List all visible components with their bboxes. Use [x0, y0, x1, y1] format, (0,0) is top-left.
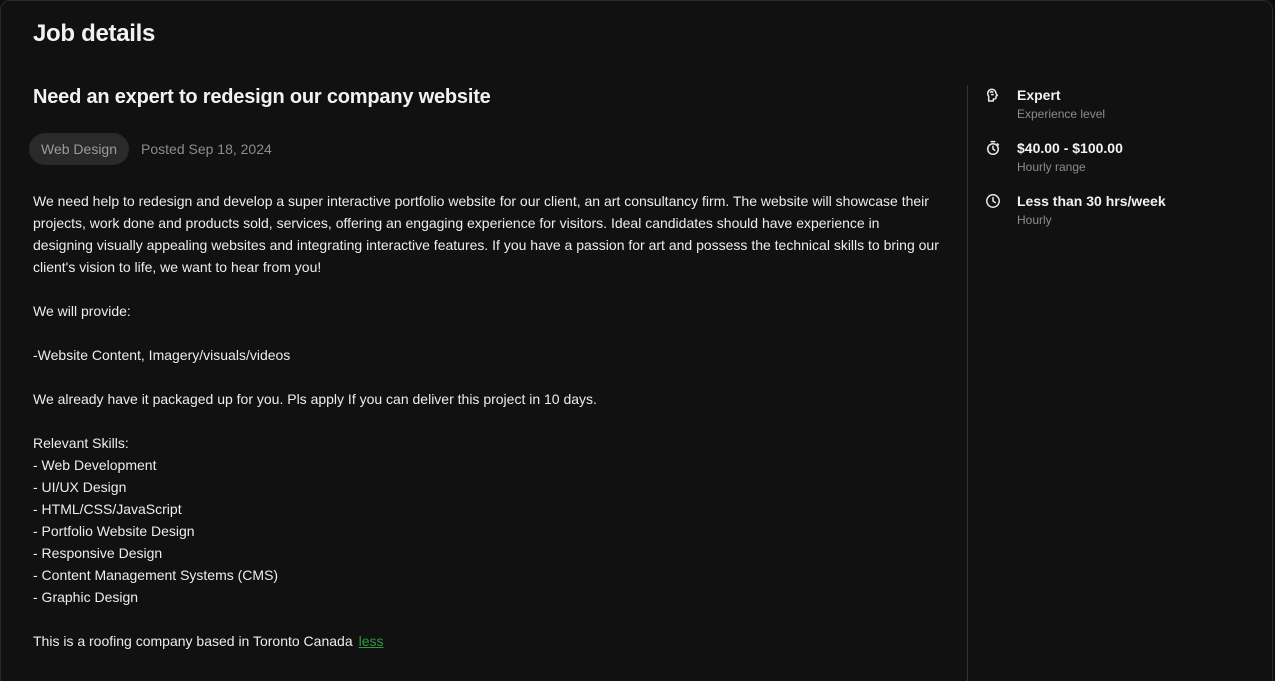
experience-level-label: Experience level [1017, 107, 1106, 121]
skill-item: - Graphic Design [33, 589, 139, 605]
page-title: Job details [33, 20, 156, 47]
show-less-link[interactable]: less [359, 633, 384, 649]
hourly-range-label: Hourly range [1017, 160, 1086, 174]
experience-level-value: Expert [1017, 87, 1061, 103]
skill-item: - Portfolio Website Design [33, 523, 195, 539]
posted-date: Posted Sep 18, 2024 [141, 141, 272, 157]
closing-text: This is a roofing company based in Toron… [33, 633, 353, 649]
job-title: Need an expert to redesign our company w… [33, 86, 491, 108]
skill-item: - Web Development [33, 457, 157, 473]
job-sidebar: Expert Experience level $40.00 - $100.00… [985, 85, 1255, 244]
description-intro: We need help to redesign and develop a s… [33, 193, 939, 275]
job-description: We need help to redesign and develop a s… [33, 190, 943, 652]
brain-icon [986, 88, 999, 102]
job-main-content: Need an expert to redesign our company w… [29, 83, 943, 652]
experience-level-item: Expert Experience level [985, 85, 1255, 122]
timer-icon [986, 140, 1000, 156]
closing-line: This is a roofing company based in Toron… [33, 630, 943, 652]
skill-item: - UI/UX Design [33, 479, 127, 495]
skills-heading: Relevant Skills: [33, 435, 129, 451]
hourly-range-value: $40.00 - $100.00 [1017, 140, 1123, 156]
workload-value: Less than 30 hrs/week [1017, 193, 1166, 209]
job-meta-row: Web Design Posted Sep 18, 2024 [29, 133, 943, 165]
provide-item: -Website Content, Imagery/visuals/videos [33, 347, 291, 363]
packaged-note: We already have it packaged up for you. … [33, 391, 597, 407]
skill-item: - Content Management Systems (CMS) [33, 567, 279, 583]
skill-item: - HTML/CSS/JavaScript [33, 501, 182, 517]
workload-label: Hourly [1017, 213, 1052, 227]
job-details-panel: Job details Need an expert to redesign o… [0, 0, 1273, 681]
clock-icon [986, 194, 1000, 208]
hourly-range-item: $40.00 - $100.00 Hourly range [985, 138, 1255, 175]
column-divider [967, 85, 968, 681]
provide-heading: We will provide: [33, 303, 131, 319]
category-tag[interactable]: Web Design [29, 133, 130, 165]
skill-item: - Responsive Design [33, 545, 163, 561]
workload-item: Less than 30 hrs/week Hourly [985, 191, 1255, 228]
